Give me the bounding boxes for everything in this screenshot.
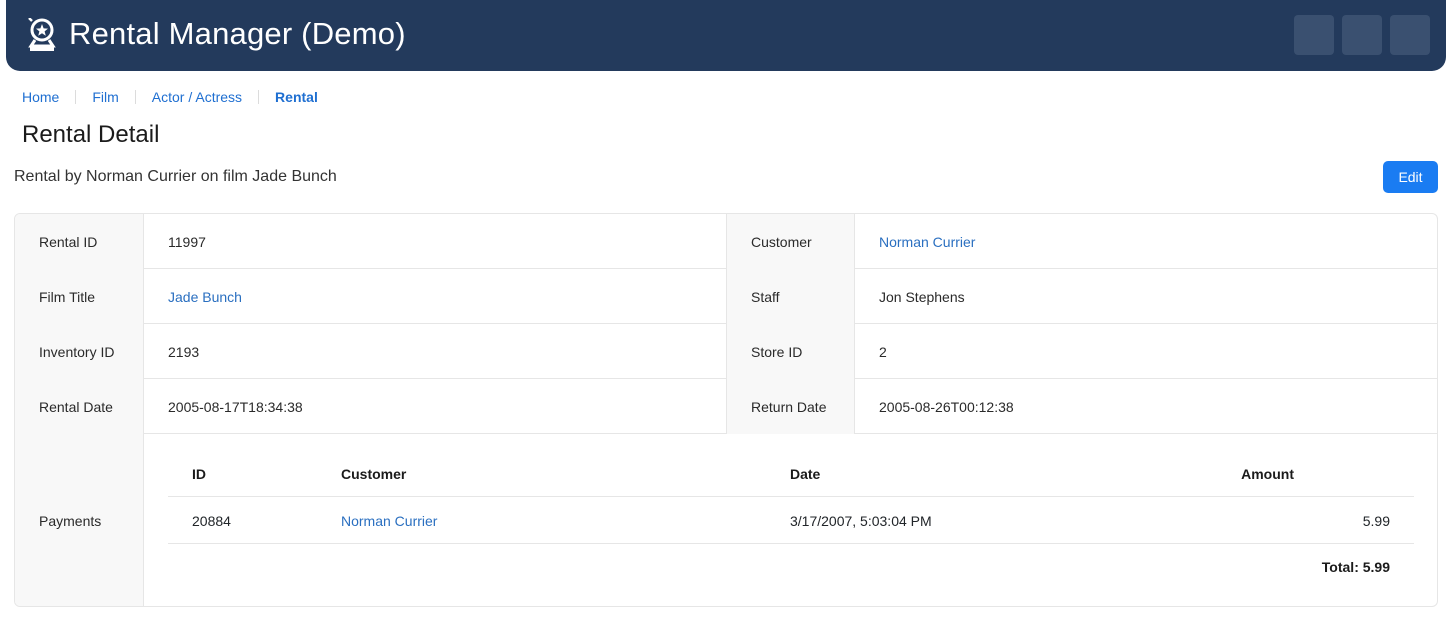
detail-row: Rental Date 2005-08-17T18:34:38 Return D… <box>15 379 1437 434</box>
store-id-label: Store ID <box>727 324 855 379</box>
customer-label: Customer <box>727 214 855 269</box>
rental-date-label: Rental Date <box>15 379 144 434</box>
payments-header-id: ID <box>192 465 206 482</box>
payment-customer-link[interactable]: Norman Currier <box>341 513 437 529</box>
app-logo-icon <box>28 18 56 51</box>
payments-header-date: Date <box>790 465 821 482</box>
staff-label: Staff <box>727 269 855 324</box>
payment-amount: 5.99 <box>1362 512 1390 529</box>
app-header: Rental Manager (Demo) <box>6 0 1446 71</box>
customer-link[interactable]: Norman Currier <box>879 234 975 250</box>
breadcrumb-separator <box>134 90 136 104</box>
breadcrumb-separator <box>258 90 260 104</box>
payments-header-customer: Customer <box>341 465 407 482</box>
app-title: Rental Manager (Demo) <box>69 16 406 51</box>
breadcrumb-rental[interactable]: Rental <box>275 89 318 105</box>
page-subtitle: Rental by Norman Currier on film Jade Bu… <box>14 168 337 185</box>
rental-detail-table: Rental ID 11997 Customer Norman Currier … <box>14 213 1438 607</box>
return-date-label: Return Date <box>727 379 855 434</box>
detail-row: Rental ID 11997 Customer Norman Currier <box>15 214 1437 269</box>
payments-row: Payments ID Customer Date Amount 20884 N… <box>15 434 1437 606</box>
film-title-cell: Jade Bunch <box>144 269 727 324</box>
table-row: 20884 Norman Currier 3/17/2007, 5:03:04 … <box>168 497 1414 544</box>
payments-header-amount: Amount <box>1241 465 1294 482</box>
payment-customer-cell: Norman Currier <box>341 497 437 544</box>
rental-id-value: 11997 <box>144 214 727 269</box>
rental-date-value: 2005-08-17T18:34:38 <box>144 379 727 434</box>
breadcrumb: Home Film Actor / Actress Rental <box>22 88 318 106</box>
payment-id: 20884 <box>192 512 231 529</box>
page-title: Rental Detail <box>22 121 160 148</box>
detail-row: Film Title Jade Bunch Staff Jon Stephens <box>15 269 1437 324</box>
edit-button[interactable]: Edit <box>1383 161 1438 193</box>
payments-total: Total: 5.99 <box>1321 559 1390 575</box>
store-id-value: 2 <box>879 343 887 360</box>
inventory-id-value: 2193 <box>144 324 727 379</box>
customer-cell: Norman Currier <box>855 214 1437 269</box>
return-date-value: 2005-08-26T00:12:38 <box>879 398 1014 415</box>
inventory-id-label: Inventory ID <box>15 324 144 379</box>
staff-value: Jon Stephens <box>879 288 965 305</box>
payments-label: Payments <box>15 434 144 606</box>
breadcrumb-home[interactable]: Home <box>22 89 59 105</box>
payments-header-row: ID Customer Date Amount <box>168 450 1414 497</box>
film-title-link[interactable]: Jade Bunch <box>168 289 242 305</box>
header-action-button-1[interactable] <box>1294 15 1334 55</box>
payment-date: 3/17/2007, 5:03:04 PM <box>790 512 932 529</box>
breadcrumb-separator <box>75 90 77 104</box>
detail-row: Inventory ID 2193 Store ID 2 <box>15 324 1437 379</box>
header-action-button-2[interactable] <box>1342 15 1382 55</box>
breadcrumb-actor[interactable]: Actor / Actress <box>152 89 242 105</box>
header-action-button-3[interactable] <box>1390 15 1430 55</box>
breadcrumb-film[interactable]: Film <box>92 89 118 105</box>
rental-id-label: Rental ID <box>15 214 144 269</box>
film-title-label: Film Title <box>15 269 144 324</box>
